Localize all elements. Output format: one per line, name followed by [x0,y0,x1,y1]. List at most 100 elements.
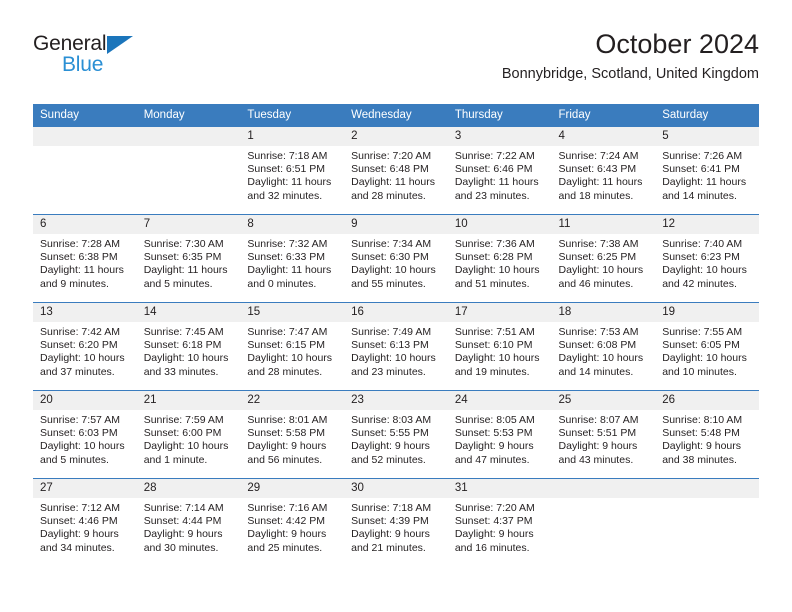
weekday-header-thursday: Thursday [447,104,552,127]
day-number: 8 [240,215,345,234]
day-cell-inner: 1 Sunrise: 7:18 AM Sunset: 6:51 PM Daylight… [240,127,345,214]
calendar-day-cell[interactable]: 31 Sunrise: 7:20 AM Sunset: 4:37 PM Dayligh… [447,478,552,567]
day-cell-inner: 14 Sunrise: 7:45 AM Sunset: 6:18 PM Dayligh… [136,303,241,390]
day-details: Sunrise: 7:30 AM Sunset: 6:35 PM Daylight:… [137,234,241,291]
generalblue-logo[interactable]: General Blue [33,32,153,78]
daylight-text: Daylight: 10 hours and 10 minutes. [662,352,747,378]
day-number: 30 [344,479,448,498]
calendar-day-cell[interactable]: 30 Sunrise: 7:18 AM Sunset: 4:39 PM Dayligh… [344,478,448,567]
calendar-empty-cell [551,478,656,567]
calendar-day-cell[interactable]: 12 Sunrise: 7:40 AM Sunset: 6:23 PM Dayligh… [655,214,759,303]
calendar-day-cell[interactable]: 26 Sunrise: 8:10 AM Sunset: 5:48 PM Dayligh… [655,390,759,479]
calendar-day-cell[interactable]: 4 Sunrise: 7:24 AM Sunset: 6:43 PM Daylight… [551,126,656,215]
calendar-day-cell[interactable]: 2 Sunrise: 7:20 AM Sunset: 6:48 PM Daylight… [344,126,448,215]
daylight-text: Daylight: 11 hours and 5 minutes. [143,264,228,290]
day-cell-inner: 19 Sunrise: 7:55 AM Sunset: 6:05 PM Dayligh… [655,303,759,390]
calendar-day-cell[interactable]: 13 Sunrise: 7:42 AM Sunset: 6:20 PM Dayligh… [33,302,137,391]
sunset-text: Sunset: 6:15 PM [247,339,326,352]
calendar-day-cell[interactable]: 20 Sunrise: 7:57 AM Sunset: 6:03 PM Dayligh… [33,390,137,479]
day-number: 5 [655,127,759,146]
daylight-text: Daylight: 9 hours and 43 minutes. [558,440,638,466]
day-cell-inner [655,479,759,567]
sunset-text: Sunset: 6:48 PM [351,163,429,176]
daylight-text: Daylight: 9 hours and 25 minutes. [247,528,327,554]
sunrise-text: Sunrise: 7:30 AM [143,238,224,250]
sunrise-text: Sunrise: 7:16 AM [247,502,328,514]
day-cell-inner: 26 Sunrise: 8:10 AM Sunset: 5:48 PM Dayligh… [655,391,759,478]
page-header: General Blue October 2024 Bonnybridge, S… [33,28,759,100]
calendar-day-cell[interactable]: 10 Sunrise: 7:36 AM Sunset: 6:28 PM Dayligh… [447,214,552,303]
sunrise-text: Sunrise: 8:03 AM [351,414,432,426]
calendar-day-cell[interactable]: 1 Sunrise: 7:18 AM Sunset: 6:51 PM Daylight… [240,126,345,215]
day-cell-inner: 25 Sunrise: 8:07 AM Sunset: 5:51 PM Dayligh… [551,391,656,478]
day-number [551,479,656,498]
calendar-day-cell[interactable]: 22 Sunrise: 8:01 AM Sunset: 5:58 PM Dayligh… [240,390,345,479]
day-cell-inner: 15 Sunrise: 7:47 AM Sunset: 6:15 PM Dayligh… [240,303,345,390]
calendar-day-cell[interactable]: 18 Sunrise: 7:53 AM Sunset: 6:08 PM Dayligh… [551,302,656,391]
daylight-text: Daylight: 9 hours and 16 minutes. [454,528,534,554]
day-cell-inner: 21 Sunrise: 7:59 AM Sunset: 6:00 PM Dayligh… [136,391,241,478]
day-cell-inner: 10 Sunrise: 7:36 AM Sunset: 6:28 PM Dayligh… [447,215,552,302]
day-details: Sunrise: 7:40 AM Sunset: 6:23 PM Daylight:… [655,234,759,291]
daylight-text: Daylight: 11 hours and 14 minutes. [662,176,747,202]
day-cell-inner: 8 Sunrise: 7:32 AM Sunset: 6:33 PM Daylight… [240,215,345,302]
daylight-text: Daylight: 11 hours and 32 minutes. [247,176,332,202]
day-number [136,127,241,146]
day-details: Sunrise: 7:42 AM Sunset: 6:20 PM Daylight:… [33,322,137,379]
sunrise-text: Sunrise: 7:20 AM [454,502,535,514]
calendar-day-cell[interactable]: 23 Sunrise: 8:03 AM Sunset: 5:55 PM Dayligh… [344,390,448,479]
calendar-day-cell[interactable]: 11 Sunrise: 7:38 AM Sunset: 6:25 PM Dayligh… [551,214,656,303]
day-number [33,127,137,146]
calendar-day-cell[interactable]: 9 Sunrise: 7:34 AM Sunset: 6:30 PM Daylight… [344,214,448,303]
day-cell-inner: 3 Sunrise: 7:22 AM Sunset: 6:46 PM Daylight… [447,127,552,214]
calendar-day-cell[interactable]: 27 Sunrise: 7:12 AM Sunset: 4:46 PM Dayligh… [33,478,137,567]
sunrise-text: Sunrise: 7:42 AM [40,326,120,338]
day-cell-inner: 9 Sunrise: 7:34 AM Sunset: 6:30 PM Daylight… [344,215,448,302]
sunset-text: Sunset: 6:13 PM [351,339,429,352]
calendar-day-cell[interactable]: 28 Sunrise: 7:14 AM Sunset: 4:44 PM Dayligh… [136,478,241,567]
calendar-day-cell[interactable]: 14 Sunrise: 7:45 AM Sunset: 6:18 PM Dayligh… [136,302,241,391]
weekday-header-saturday: Saturday [655,104,759,127]
calendar-day-cell[interactable]: 6 Sunrise: 7:28 AM Sunset: 6:38 PM Daylight… [33,214,137,303]
daylight-text: Daylight: 9 hours and 30 minutes. [143,528,223,554]
calendar-day-cell[interactable]: 17 Sunrise: 7:51 AM Sunset: 6:10 PM Dayligh… [447,302,552,391]
day-details: Sunrise: 7:14 AM Sunset: 4:44 PM Daylight:… [137,498,241,555]
day-details: Sunrise: 7:16 AM Sunset: 4:42 PM Daylight:… [240,498,344,555]
calendar-day-cell[interactable]: 3 Sunrise: 7:22 AM Sunset: 6:46 PM Daylight… [447,126,552,215]
daylight-text: Daylight: 11 hours and 18 minutes. [558,176,643,202]
calendar-empty-cell [33,126,137,215]
daylight-text: Daylight: 9 hours and 52 minutes. [351,440,430,466]
calendar-day-cell[interactable]: 16 Sunrise: 7:49 AM Sunset: 6:13 PM Dayligh… [344,302,448,391]
calendar-day-cell[interactable]: 19 Sunrise: 7:55 AM Sunset: 6:05 PM Dayligh… [655,302,759,391]
sunset-text: Sunset: 4:37 PM [454,515,533,528]
calendar-day-cell[interactable]: 21 Sunrise: 7:59 AM Sunset: 6:00 PM Dayligh… [136,390,241,479]
sunrise-text: Sunrise: 7:45 AM [143,326,224,338]
daylight-text: Daylight: 9 hours and 21 minutes. [351,528,430,554]
day-number: 15 [240,303,345,322]
calendar-day-cell[interactable]: 24 Sunrise: 8:05 AM Sunset: 5:53 PM Dayligh… [447,390,552,479]
calendar-day-cell[interactable]: 7 Sunrise: 7:30 AM Sunset: 6:35 PM Daylight… [136,214,241,303]
sunrise-text: Sunrise: 7:59 AM [143,414,224,426]
daylight-text: Daylight: 10 hours and 33 minutes. [143,352,229,378]
day-number: 24 [447,391,552,410]
day-number: 7 [136,215,241,234]
calendar-day-cell[interactable]: 5 Sunrise: 7:26 AM Sunset: 6:41 PM Daylight… [655,126,759,215]
day-details: Sunrise: 8:10 AM Sunset: 5:48 PM Daylight:… [655,410,759,467]
weekday-header-sunday: Sunday [33,104,137,127]
sunrise-text: Sunrise: 7:57 AM [40,414,120,426]
sunset-text: Sunset: 6:51 PM [247,163,326,176]
day-number: 29 [240,479,345,498]
calendar-day-cell[interactable]: 25 Sunrise: 8:07 AM Sunset: 5:51 PM Dayligh… [551,390,656,479]
calendar-day-cell[interactable]: 8 Sunrise: 7:32 AM Sunset: 6:33 PM Daylight… [240,214,345,303]
calendar-empty-cell [136,126,241,215]
day-cell-inner: 16 Sunrise: 7:49 AM Sunset: 6:13 PM Dayligh… [344,303,448,390]
day-cell-inner: 6 Sunrise: 7:28 AM Sunset: 6:38 PM Daylight… [33,215,137,302]
day-details: Sunrise: 7:20 AM Sunset: 6:48 PM Daylight:… [344,146,448,203]
day-details: Sunrise: 7:57 AM Sunset: 6:03 PM Daylight:… [33,410,137,467]
calendar-day-cell[interactable]: 29 Sunrise: 7:16 AM Sunset: 4:42 PM Dayligh… [240,478,345,567]
calendar-day-cell[interactable]: 15 Sunrise: 7:47 AM Sunset: 6:15 PM Dayligh… [240,302,345,391]
day-details: Sunrise: 7:28 AM Sunset: 6:38 PM Daylight:… [33,234,137,291]
daylight-text: Daylight: 9 hours and 56 minutes. [247,440,327,466]
sunrise-text: Sunrise: 7:28 AM [40,238,120,250]
daylight-text: Daylight: 10 hours and 23 minutes. [351,352,436,378]
